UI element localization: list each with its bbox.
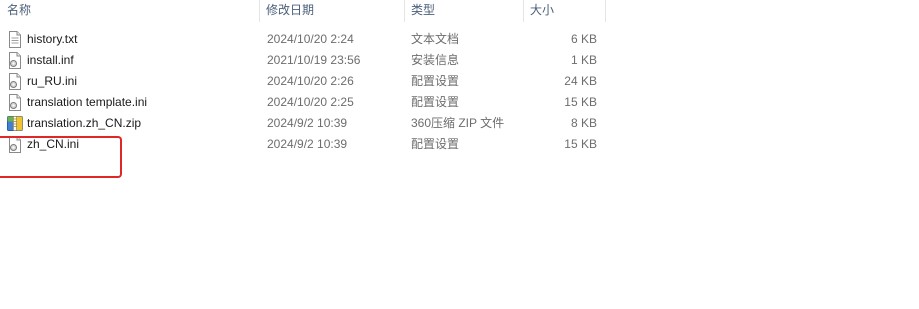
file-size: 24 KB	[564, 74, 597, 88]
file-type: 配置设置	[411, 137, 460, 151]
file-row-history-txt[interactable]: history.txt 2024/10/20 2:24 文本文档 6 KB	[0, 29, 606, 50]
file-type: 安装信息	[411, 53, 460, 67]
file-type: 文本文档	[411, 32, 460, 46]
file-date-modified: 2024/10/20 2:24	[267, 32, 354, 46]
file-type: 配置设置	[411, 74, 460, 88]
column-header-name[interactable]: 名称	[7, 0, 31, 22]
column-divider[interactable]	[259, 0, 260, 22]
file-date-modified: 2024/10/20 2:25	[267, 95, 354, 109]
file-name: install.inf	[27, 53, 74, 67]
column-divider[interactable]	[404, 0, 405, 22]
file-size: 15 KB	[564, 137, 597, 151]
column-header-bar: 名称 修改日期 类型 大小	[0, 0, 606, 22]
highlight-annotation-box	[0, 136, 122, 178]
file-name: ru_RU.ini	[27, 74, 78, 88]
file-size: 8 KB	[570, 116, 597, 130]
column-header-date-modified[interactable]: 修改日期	[266, 0, 314, 22]
column-divider[interactable]	[605, 0, 606, 22]
file-row-translation-template-ini[interactable]: translation template.ini 2024/10/20 2:25…	[0, 92, 606, 113]
file-row-ru-ru-ini[interactable]: ru_RU.ini 2024/10/20 2:26 配置设置 24 KB	[0, 71, 606, 92]
text-document-icon	[9, 31, 21, 48]
file-date-modified: 2024/10/20 2:26	[267, 74, 354, 88]
file-row-install-inf[interactable]: install.inf 2021/10/19 23:56 安装信息 1 KB	[0, 50, 606, 71]
file-size: 15 KB	[564, 95, 597, 109]
column-divider[interactable]	[523, 0, 524, 22]
file-size: 1 KB	[570, 53, 597, 67]
file-size: 6 KB	[570, 32, 597, 46]
file-row-translation-zh-cn-zip[interactable]: translation.zh_CN.zip 2024/9/2 10:39 360…	[0, 113, 606, 134]
zip-archive-icon	[7, 116, 23, 131]
column-header-type[interactable]: 类型	[411, 0, 435, 22]
file-name: translation template.ini	[27, 95, 148, 109]
file-name: translation.zh_CN.zip	[27, 116, 142, 130]
settings-file-icon	[9, 73, 21, 90]
file-name: history.txt	[27, 32, 78, 46]
file-type: 360压缩 ZIP 文件	[411, 116, 505, 130]
file-date-modified: 2024/9/2 10:39	[267, 116, 348, 130]
file-type: 配置设置	[411, 95, 460, 109]
settings-file-icon	[9, 52, 21, 69]
column-header-size[interactable]: 大小	[530, 0, 554, 22]
settings-file-icon	[9, 94, 21, 111]
file-date-modified: 2024/9/2 10:39	[267, 137, 348, 151]
file-date-modified: 2021/10/19 23:56	[267, 53, 361, 67]
